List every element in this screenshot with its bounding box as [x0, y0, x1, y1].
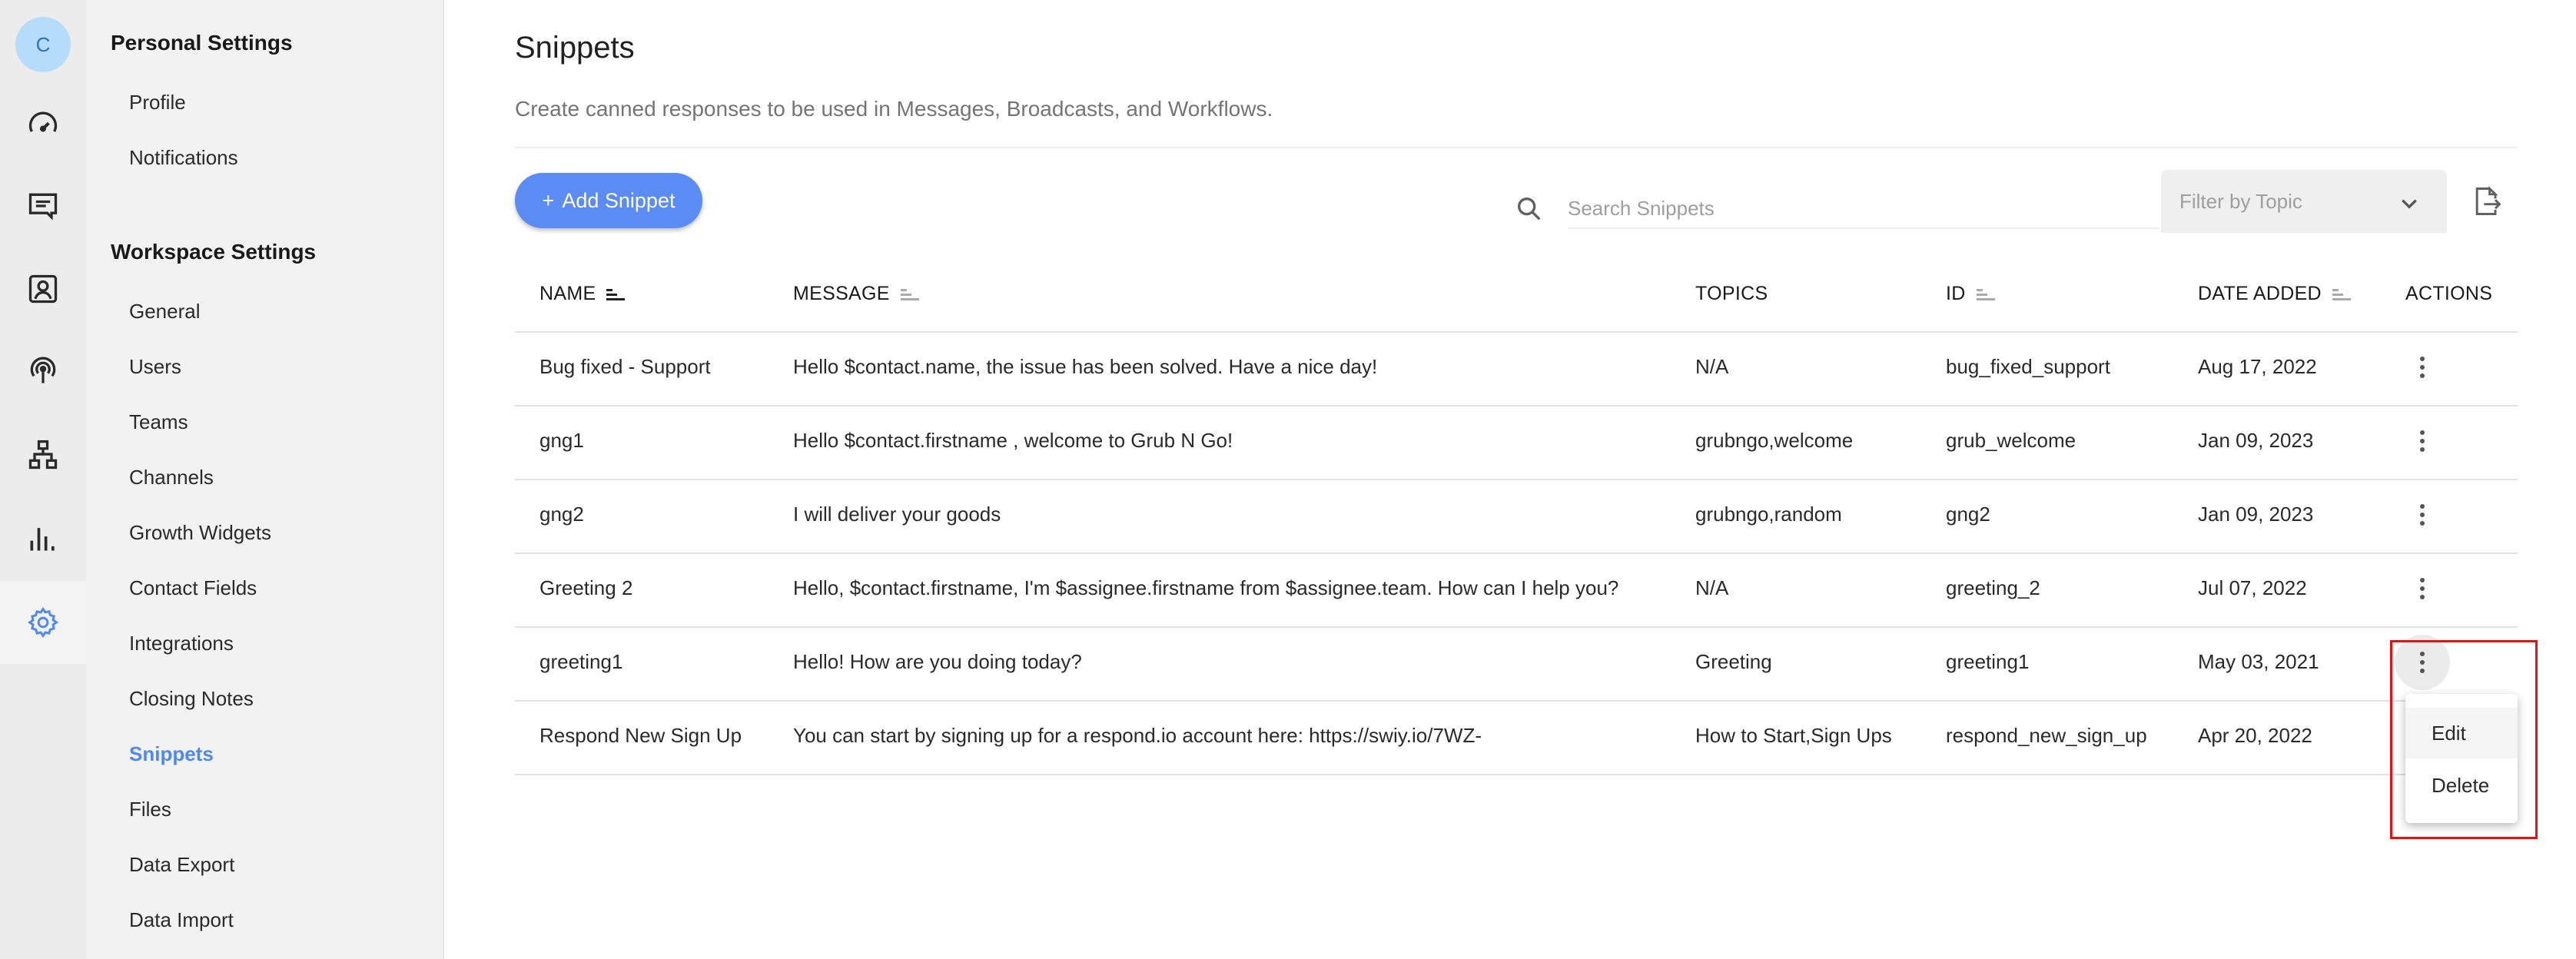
cell-topics: N/A — [1695, 576, 1729, 599]
export-file-icon[interactable] — [2470, 184, 2504, 218]
sort-icon[interactable] — [899, 285, 921, 304]
nav-item-general[interactable]: General — [129, 300, 201, 324]
cell-id: greeting1 — [1946, 650, 2030, 673]
cell-name: gng2 — [539, 503, 584, 526]
search-icon — [1514, 194, 1545, 224]
more-actions-icon[interactable] — [2395, 635, 2450, 690]
plus-icon: + — [542, 188, 555, 212]
row-divider — [515, 774, 2518, 775]
cell-name: Bug fixed - Support — [539, 355, 711, 378]
nav-item-snippets[interactable]: Snippets — [129, 742, 214, 766]
column-header-date-added[interactable]: DATE ADDED — [2198, 283, 2352, 305]
contacts-icon[interactable] — [23, 269, 63, 309]
cell-message: Hello $contact.firstname , welcome to Gr… — [793, 429, 1233, 452]
workspace-settings-heading: Workspace Settings — [111, 240, 317, 264]
cell-topics: grubngo,welcome — [1695, 429, 1854, 452]
settings-icon[interactable] — [23, 602, 63, 642]
more-actions-icon[interactable] — [2395, 487, 2450, 543]
sort-icon[interactable] — [1975, 285, 1997, 304]
nav-item-data-import[interactable]: Data Import — [129, 908, 234, 932]
cell-message: Hello $contact.name, the issue has been … — [793, 355, 1378, 378]
row-divider — [515, 700, 2518, 702]
cell-date-added: Aug 17, 2022 — [2198, 355, 2317, 378]
broadcasts-icon[interactable] — [23, 350, 63, 390]
cell-message: Hello, $contact.firstname, I'm $assignee… — [793, 576, 1619, 599]
cell-message: Hello! How are you doing today? — [793, 650, 1082, 673]
chevron-down-icon — [2402, 199, 2417, 209]
cell-name: greeting1 — [539, 650, 623, 673]
avatar[interactable]: C — [15, 17, 71, 72]
cell-id: grub_welcome — [1946, 429, 2076, 452]
nav-item-users[interactable]: Users — [129, 355, 181, 379]
column-header-id[interactable]: ID — [1946, 283, 1997, 305]
sort-icon[interactable] — [2331, 285, 2352, 304]
header-divider — [515, 147, 2518, 148]
cell-topics: grubngo,random — [1695, 503, 1842, 526]
workflows-icon[interactable] — [23, 435, 63, 475]
nav-item-closing-notes[interactable]: Closing Notes — [129, 687, 254, 711]
main-content: Snippets Create canned responses to be u… — [444, 0, 2576, 959]
messages-icon[interactable] — [23, 186, 63, 226]
page-subtitle: Create canned responses to be used in Me… — [515, 97, 1273, 121]
column-header-topics: TOPICS — [1695, 283, 1768, 304]
nav-item-contact-fields[interactable]: Contact Fields — [129, 576, 257, 600]
add-snippet-label: Add Snippet — [562, 188, 676, 212]
column-header-message[interactable]: MESSAGE — [793, 283, 921, 305]
cell-name: gng1 — [539, 429, 584, 452]
nav-item-teams[interactable]: Teams — [129, 410, 188, 434]
more-actions-icon[interactable] — [2395, 561, 2450, 616]
cell-id: greeting_2 — [1946, 576, 2040, 599]
nav-item-integrations[interactable]: Integrations — [129, 632, 234, 655]
icon-rail: C — [0, 0, 86, 959]
cell-topics: N/A — [1695, 355, 1729, 378]
cell-date-added: May 03, 2021 — [2198, 650, 2319, 673]
settings-sidebar: Personal Settings Profile Notifications … — [86, 0, 444, 959]
nav-item-notifications[interactable]: Notifications — [129, 146, 238, 170]
nav-item-channels[interactable]: Channels — [129, 466, 214, 489]
cell-name: Greeting 2 — [539, 576, 633, 599]
dashboard-icon[interactable] — [23, 105, 63, 144]
row-divider — [515, 405, 2518, 406]
cell-message: I will deliver your goods — [793, 503, 1001, 526]
more-actions-icon[interactable] — [2395, 340, 2450, 395]
filter-by-topic-select[interactable]: Filter by Topic — [2161, 170, 2447, 233]
menu-item-edit[interactable]: Edit — [2405, 708, 2518, 758]
cell-date-added: Jan 09, 2023 — [2198, 429, 2314, 452]
row-divider — [515, 479, 2518, 480]
cell-topics: How to Start,Sign Ups — [1695, 724, 1892, 747]
row-divider — [515, 626, 2518, 628]
cell-id: respond_new_sign_up — [1946, 724, 2147, 747]
sort-icon[interactable] — [605, 285, 626, 304]
personal-settings-heading: Personal Settings — [111, 31, 293, 55]
cell-date-added: Jan 09, 2023 — [2198, 503, 2314, 526]
cell-name: Respond New Sign Up — [539, 724, 742, 747]
row-divider — [515, 553, 2518, 554]
nav-item-profile[interactable]: Profile — [129, 91, 186, 114]
page-title: Snippets — [515, 31, 635, 65]
actions-menu: Edit Delete — [2405, 694, 2518, 823]
nav-item-data-export[interactable]: Data Export — [129, 853, 234, 877]
cell-id: gng2 — [1946, 503, 1990, 526]
filter-placeholder: Filter by Topic — [2179, 190, 2302, 213]
nav-item-growth-widgets[interactable]: Growth Widgets — [129, 521, 271, 545]
column-header-name[interactable]: NAME — [539, 283, 626, 305]
cell-message: You can start by signing up for a respon… — [793, 724, 1482, 747]
search-input[interactable] — [1568, 189, 2159, 229]
menu-item-delete[interactable]: Delete — [2405, 760, 2518, 811]
cell-date-added: Apr 20, 2022 — [2198, 724, 2312, 747]
row-divider — [515, 331, 2518, 333]
cell-id: bug_fixed_support — [1946, 355, 2110, 378]
more-actions-icon[interactable] — [2395, 413, 2450, 469]
cell-topics: Greeting — [1695, 650, 1772, 673]
add-snippet-button[interactable]: + Add Snippet — [515, 173, 702, 228]
nav-item-files[interactable]: Files — [129, 798, 171, 821]
reports-icon[interactable] — [23, 518, 63, 558]
cell-date-added: Jul 07, 2022 — [2198, 576, 2307, 599]
column-header-actions: ACTIONS — [2405, 283, 2493, 304]
